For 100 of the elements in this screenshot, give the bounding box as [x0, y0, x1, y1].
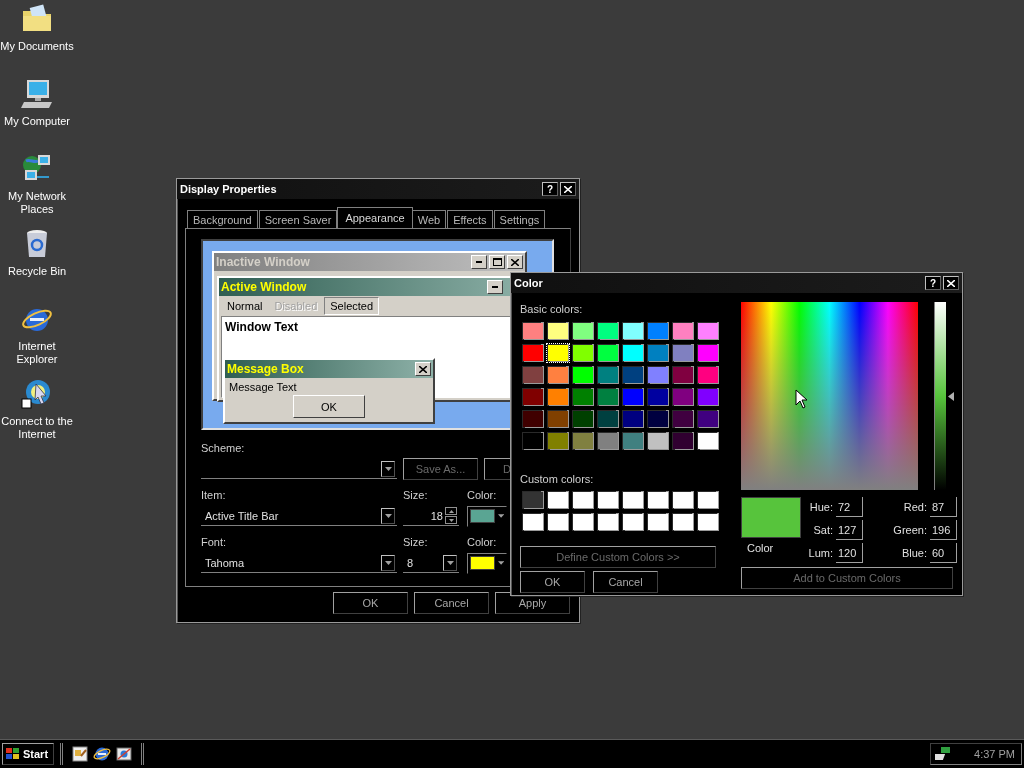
- help-button[interactable]: ?: [925, 276, 941, 290]
- color-swatch[interactable]: [621, 321, 645, 341]
- color-swatch[interactable]: [596, 387, 620, 407]
- color-swatch[interactable]: [546, 365, 570, 385]
- network-icon[interactable]: [935, 746, 953, 762]
- color-swatch[interactable]: [521, 409, 545, 429]
- dropdown[interactable]: Tahoma: [201, 553, 397, 573]
- value-field[interactable]: 72: [836, 497, 863, 517]
- color-swatch[interactable]: [521, 490, 545, 510]
- help-button[interactable]: ?: [542, 182, 558, 196]
- tab[interactable]: Appearance: [337, 207, 413, 228]
- desktop-shortcut[interactable]: Internet Explorer: [0, 303, 74, 366]
- color-swatch[interactable]: [596, 365, 620, 385]
- color-swatch[interactable]: [596, 321, 620, 341]
- color-swatch[interactable]: [671, 431, 695, 451]
- color-swatch[interactable]: [571, 321, 595, 341]
- color-swatch[interactable]: [621, 490, 645, 510]
- color-swatch[interactable]: [571, 409, 595, 429]
- size-dropdown[interactable]: 8: [403, 553, 459, 573]
- color-swatch[interactable]: [521, 512, 545, 532]
- color-swatch[interactable]: [546, 490, 570, 510]
- desktop-shortcut[interactable]: Recycle Bin: [0, 228, 74, 278]
- desktop-shortcut[interactable]: Connect to the Internet: [0, 378, 74, 441]
- tab[interactable]: Screen Saver: [258, 210, 338, 228]
- color-swatch[interactable]: [646, 490, 670, 510]
- color-swatch[interactable]: [696, 365, 720, 385]
- color-swatch[interactable]: [546, 387, 570, 407]
- scheme-dropdown[interactable]: [201, 459, 397, 479]
- desktop-shortcut[interactable]: My Network Places: [0, 153, 74, 216]
- close-button[interactable]: [943, 276, 959, 290]
- color-swatch[interactable]: [596, 490, 620, 510]
- luminance-slider[interactable]: [934, 302, 956, 490]
- color-swatch[interactable]: [546, 431, 570, 451]
- color-swatch[interactable]: [671, 365, 695, 385]
- scheme-button[interactable]: Save As...: [403, 458, 478, 480]
- color-swatch[interactable]: [621, 365, 645, 385]
- color-swatch[interactable]: [596, 431, 620, 451]
- color-swatch[interactable]: [546, 409, 570, 429]
- color-swatch[interactable]: [596, 409, 620, 429]
- color-swatch[interactable]: [646, 431, 670, 451]
- dialog-button[interactable]: Cancel: [593, 571, 658, 593]
- color-swatch[interactable]: [621, 387, 645, 407]
- value-field[interactable]: 60: [930, 543, 957, 563]
- color-swatch[interactable]: [521, 387, 545, 407]
- color-swatch[interactable]: [671, 387, 695, 407]
- slider-thumb[interactable]: [948, 392, 954, 401]
- ok-button[interactable]: OK: [293, 395, 365, 418]
- color-swatch[interactable]: [546, 512, 570, 532]
- color-swatch[interactable]: [696, 387, 720, 407]
- color-swatch[interactable]: [571, 512, 595, 532]
- color-swatch[interactable]: [696, 409, 720, 429]
- tab[interactable]: Settings: [493, 210, 546, 228]
- close-button[interactable]: [560, 182, 576, 196]
- define-custom-colors-button[interactable]: Define Custom Colors >>: [520, 546, 716, 568]
- dialog-button[interactable]: OK: [520, 571, 585, 593]
- color-swatch[interactable]: [546, 321, 570, 341]
- color-swatch[interactable]: [546, 343, 570, 363]
- color-swatch[interactable]: [621, 409, 645, 429]
- color-swatch[interactable]: [596, 343, 620, 363]
- value-field[interactable]: 196: [930, 520, 957, 540]
- color-swatch[interactable]: [571, 387, 595, 407]
- color-swatch[interactable]: [671, 321, 695, 341]
- color-swatch[interactable]: [646, 409, 670, 429]
- dialog-button[interactable]: OK: [333, 592, 408, 614]
- color-swatch[interactable]: [521, 431, 545, 451]
- color-swatch[interactable]: [596, 512, 620, 532]
- color-swatch[interactable]: [696, 431, 720, 451]
- color-swatch[interactable]: [621, 512, 645, 532]
- color-swatch[interactable]: [521, 321, 545, 341]
- color-swatch[interactable]: [696, 343, 720, 363]
- desktop-shortcut[interactable]: My Documents: [0, 3, 74, 53]
- color-swatch[interactable]: [646, 343, 670, 363]
- color-picker-button[interactable]: [467, 505, 507, 527]
- color-swatch[interactable]: [696, 512, 720, 532]
- color-swatch[interactable]: [521, 365, 545, 385]
- desktop-shortcut[interactable]: My Computer: [0, 78, 74, 128]
- color-swatch[interactable]: [671, 490, 695, 510]
- start-button[interactable]: Start: [2, 743, 55, 765]
- color-swatch[interactable]: [671, 409, 695, 429]
- tab[interactable]: Web: [411, 210, 447, 228]
- color-swatch[interactable]: [671, 512, 695, 532]
- add-to-custom-colors-button[interactable]: Add to Custom Colors: [741, 567, 953, 589]
- color-swatch[interactable]: [571, 343, 595, 363]
- color-swatch[interactable]: [571, 490, 595, 510]
- color-swatch[interactable]: [621, 431, 645, 451]
- dropdown[interactable]: Active Title Bar: [201, 506, 397, 526]
- value-field[interactable]: 87: [930, 497, 957, 517]
- tab[interactable]: Effects: [447, 210, 493, 228]
- color-swatch[interactable]: [671, 343, 695, 363]
- color-swatch[interactable]: [696, 490, 720, 510]
- color-swatch[interactable]: [646, 365, 670, 385]
- value-field[interactable]: 127: [836, 520, 863, 540]
- dialog-button[interactable]: Cancel: [414, 592, 489, 614]
- size-spinner[interactable]: 18: [403, 506, 459, 526]
- color-swatch[interactable]: [646, 512, 670, 532]
- color-swatch[interactable]: [646, 321, 670, 341]
- color-picker-button[interactable]: [467, 552, 507, 574]
- tab[interactable]: Background: [187, 210, 258, 228]
- color-swatch[interactable]: [521, 343, 545, 363]
- color-swatch[interactable]: [571, 431, 595, 451]
